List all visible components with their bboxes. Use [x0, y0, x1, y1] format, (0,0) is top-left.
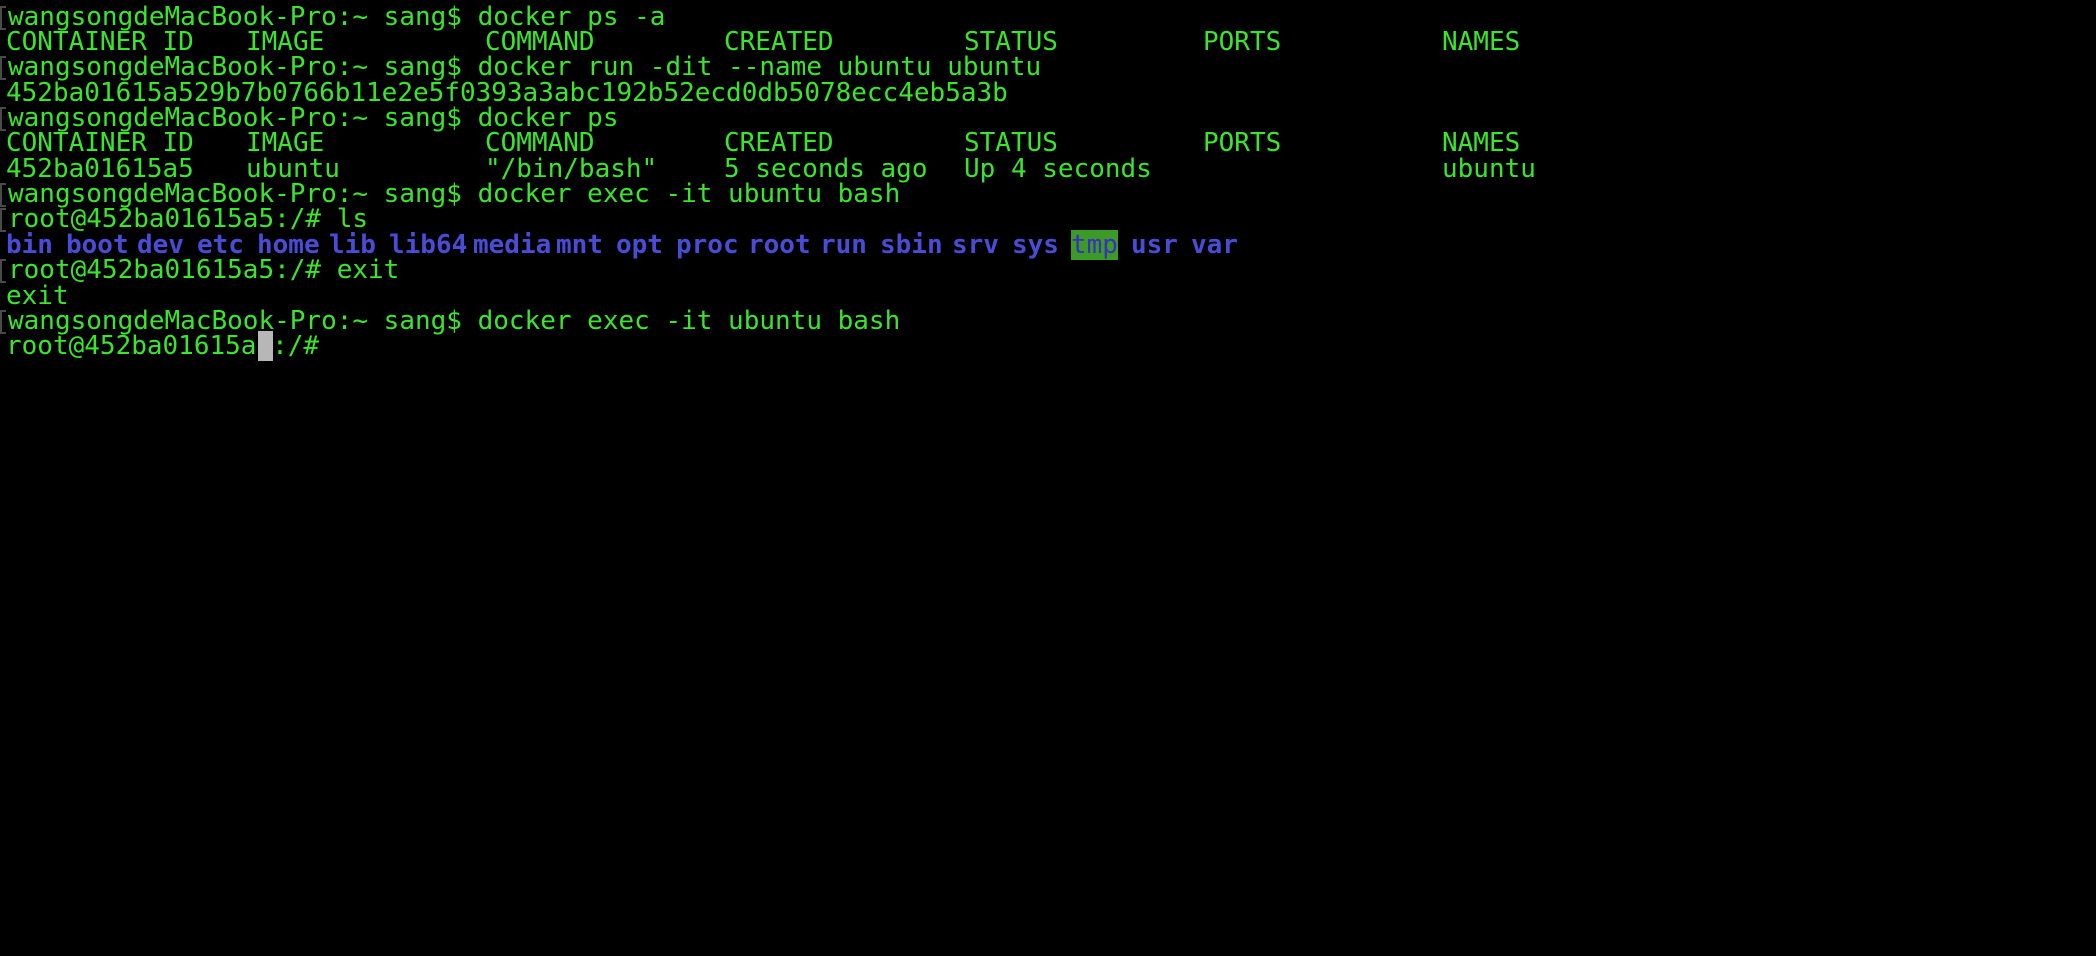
- text-cursor[interactable]: [258, 331, 273, 361]
- terminal-window[interactable]: wangsongdeMacBook-Pro:~ sang$ docker ps …: [0, 0, 2096, 478]
- shell-prompt: root@452ba01615a5:/#: [6, 331, 335, 361]
- active-prompt-line[interactable]: root@452ba01615a5:/#: [0, 329, 2096, 363]
